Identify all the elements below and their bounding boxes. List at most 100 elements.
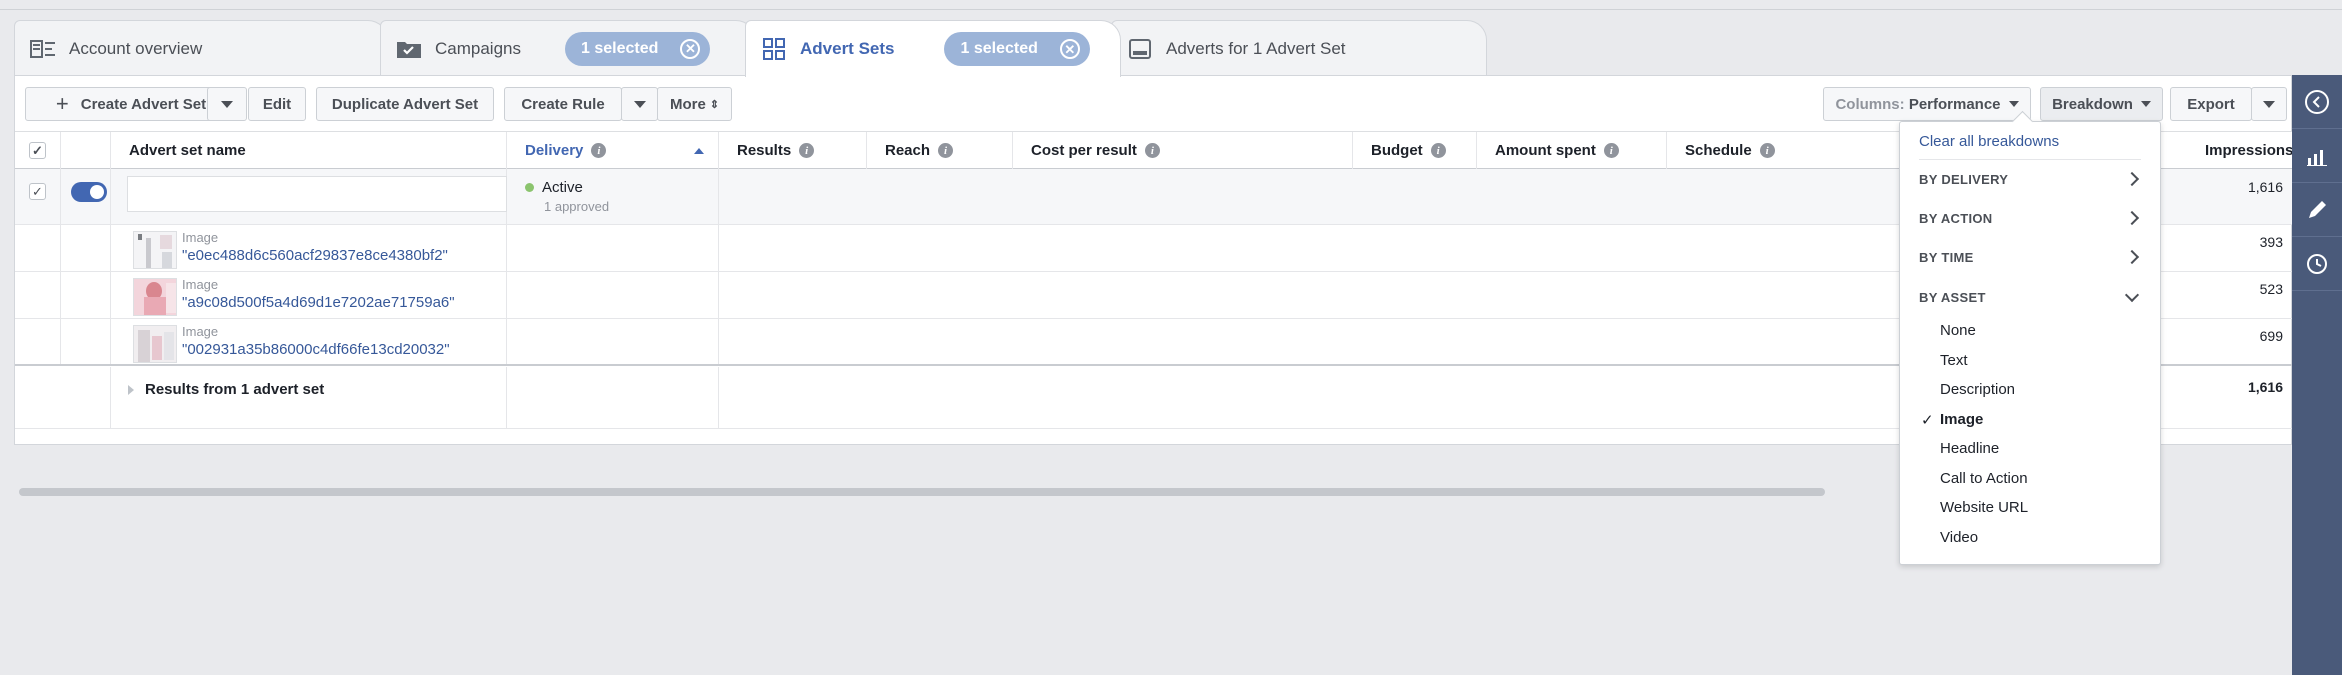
clock-icon: [2307, 253, 2327, 274]
advert-icon: [1126, 38, 1154, 60]
chevron-left-circle-icon: [2305, 89, 2329, 114]
col-results[interactable]: Results i: [719, 132, 867, 169]
total-impressions-value: 1,616: [2247, 379, 2283, 395]
breakdown-option-headline[interactable]: Headline: [1940, 440, 1999, 457]
more-button[interactable]: More ⇕: [657, 87, 732, 121]
breakdown-option-website-url[interactable]: Website URL: [1940, 499, 2028, 516]
breakdown-option-description[interactable]: Description: [1940, 381, 2015, 398]
edit-label: Edit: [262, 95, 292, 113]
breakdown-option-call-to-action[interactable]: Call to Action: [1940, 470, 2028, 487]
create-options-dropdown[interactable]: [207, 87, 247, 121]
group-label: BY DELIVERY: [1919, 171, 2009, 187]
duplicate-button[interactable]: Duplicate Advert Set: [316, 87, 494, 121]
sort-toggle-icon: ⇕: [709, 98, 720, 111]
image-hash-link[interactable]: "a9c08d500f5a4d69d1e7202ae71759a6": [182, 294, 455, 311]
columns-value: Performance: [1908, 95, 2001, 113]
row-checkbox[interactable]: ✓: [29, 183, 46, 200]
col-cost-per-result[interactable]: Cost per result i: [1013, 132, 1353, 169]
group-label: BY ASSET: [1919, 289, 1986, 305]
row-empty-cell: [15, 272, 61, 318]
create-rule-dropdown[interactable]: [621, 87, 658, 121]
col-label: Amount spent: [1495, 142, 1596, 159]
breakdown-group-time[interactable]: BY TIME: [1919, 243, 2143, 271]
breakdown-option-video[interactable]: Video: [1940, 529, 1978, 546]
more-label: More: [669, 95, 706, 113]
tab-account-overview[interactable]: Account overview: [14, 20, 388, 76]
folder-check-icon: [395, 38, 423, 60]
col-delivery[interactable]: Delivery i: [507, 132, 719, 169]
row-delivery-cell: [507, 367, 719, 428]
breakdown-option-image[interactable]: Image: [1940, 411, 1983, 428]
chevron-right-icon: [2124, 249, 2140, 265]
selected-pill[interactable]: 1 selected ✕: [565, 31, 711, 66]
tab-label: Campaigns: [435, 38, 521, 58]
edit-button[interactable]: Edit: [248, 87, 306, 121]
col-budget[interactable]: Budget i: [1353, 132, 1477, 169]
group-label: BY ACTION: [1919, 210, 1993, 226]
caret-down-icon: [2263, 100, 2275, 108]
breakdown-group-delivery[interactable]: BY DELIVERY: [1919, 165, 2143, 193]
row-delivery-cell: [507, 272, 719, 318]
asset-type: Image: [182, 230, 219, 245]
col-label: Budget: [1371, 142, 1423, 159]
history-button[interactable]: [2292, 237, 2342, 291]
info-icon[interactable]: i: [799, 143, 815, 158]
breakdown-label: Breakdown: [2052, 95, 2133, 113]
tab-adverts[interactable]: Adverts for 1 Advert Set: [1111, 20, 1487, 76]
col-advert-set-name[interactable]: Advert set name: [111, 132, 507, 169]
selected-pill[interactable]: 1 selected ✕: [944, 32, 1090, 66]
select-all-checkbox[interactable]: ✓: [29, 142, 46, 159]
breakdown-group-asset[interactable]: BY ASSET: [1919, 283, 2143, 311]
close-icon[interactable]: ✕: [1059, 39, 1080, 59]
breakdown-group-action[interactable]: BY ACTION: [1919, 204, 2143, 232]
info-icon[interactable]: i: [1144, 143, 1160, 158]
info-icon[interactable]: i: [938, 143, 954, 158]
row-checkbox-cell: ✓: [15, 169, 61, 224]
asset-type: Image: [182, 277, 219, 292]
level-tabs: Account overview Campaigns 1 selected ✕ …: [14, 20, 2314, 77]
chevron-right-icon: [2124, 171, 2140, 187]
close-icon[interactable]: ✕: [680, 38, 701, 59]
breakdown-button[interactable]: Breakdown: [2040, 87, 2163, 121]
info-icon[interactable]: i: [1759, 143, 1775, 158]
bar-chart-icon: [2307, 149, 2327, 166]
image-hash-link[interactable]: "002931a35b86000c4df66fe13cd20032": [182, 341, 450, 358]
clear-breakdowns-link[interactable]: Clear all breakdowns: [1919, 133, 2059, 150]
info-icon[interactable]: i: [1430, 143, 1446, 158]
collapse-rail-button[interactable]: [2292, 75, 2342, 129]
create-rule-button[interactable]: Create Rule: [504, 87, 622, 121]
image-thumbnail: [133, 231, 177, 269]
col-amount-spent[interactable]: Amount spent i: [1477, 132, 1667, 169]
expand-caret-icon[interactable]: [128, 385, 134, 395]
top-border: [0, 0, 2342, 10]
advert-set-name-input[interactable]: [127, 176, 507, 212]
info-icon[interactable]: i: [1603, 143, 1619, 158]
delivery-toggle[interactable]: [71, 182, 107, 202]
charts-button[interactable]: [2292, 129, 2342, 183]
pencil-icon: [2309, 200, 2326, 218]
caret-down-icon: [221, 100, 233, 108]
export-dropdown[interactable]: [2251, 87, 2287, 121]
col-reach[interactable]: Reach i: [867, 132, 1013, 169]
asset-type: Image: [182, 324, 219, 339]
create-advert-set-button[interactable]: + Create Advert Set: [25, 87, 237, 121]
columns-prefix: Columns:: [1835, 95, 1905, 113]
columns-button[interactable]: Columns: Performance: [1823, 87, 2031, 121]
horizontal-scrollbar[interactable]: [19, 488, 1825, 496]
row-empty-cell: [61, 225, 111, 271]
tab-label: Advert Sets: [800, 39, 895, 58]
image-hash-link[interactable]: "e0ec488d6c560acf29837e8ce4380bf2": [182, 247, 448, 264]
export-button[interactable]: Export: [2170, 87, 2252, 121]
grid-icon: [760, 38, 788, 60]
col-label: Delivery: [525, 142, 584, 159]
col-impressions[interactable]: Impressions i: [2187, 132, 2305, 169]
breakdown-option-none[interactable]: None: [1940, 322, 1976, 339]
info-icon[interactable]: i: [591, 143, 607, 158]
col-label: Reach: [885, 142, 931, 159]
chevron-down-icon: [2124, 287, 2140, 302]
edit-panel-button[interactable]: [2292, 183, 2342, 237]
tab-advert-sets[interactable]: Advert Sets 1 selected ✕: [745, 20, 1121, 77]
tab-campaigns[interactable]: Campaigns 1 selected ✕: [380, 20, 756, 76]
breakdown-option-text[interactable]: Text: [1940, 352, 1968, 369]
status-label: Active: [542, 179, 583, 196]
